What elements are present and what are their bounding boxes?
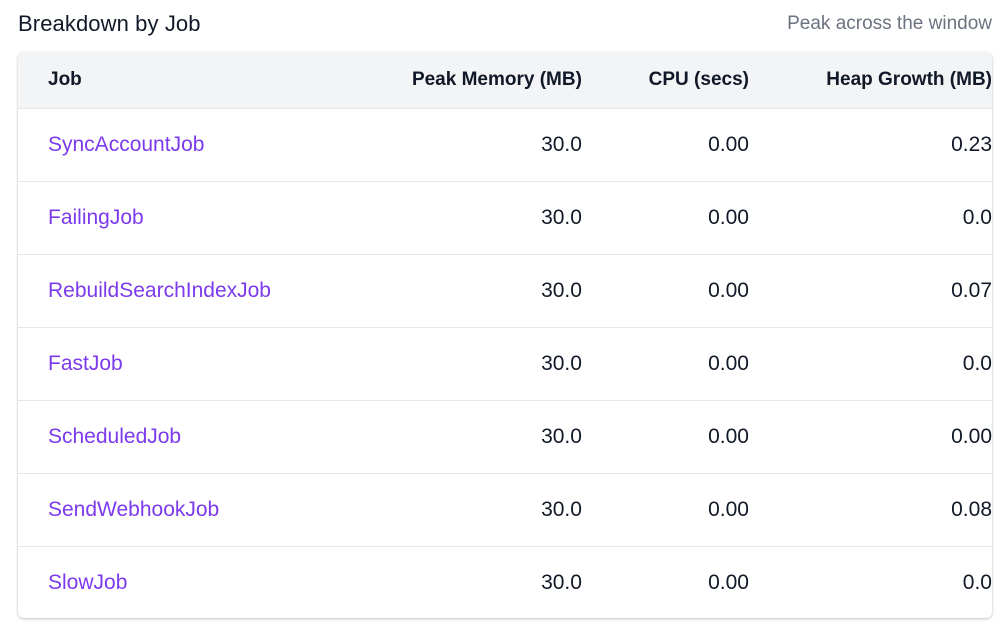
table-row: FastJob 30.0 0.00 0.0 — [18, 327, 992, 400]
job-link[interactable]: SlowJob — [48, 571, 127, 594]
table-row: ScheduledJob 30.0 0.00 0.00 — [18, 400, 992, 473]
cpu-cell: 0.00 — [708, 424, 749, 448]
job-link[interactable]: FastJob — [48, 352, 123, 375]
peak-memory-cell: 30.0 — [541, 497, 582, 521]
job-cell: FastJob — [18, 327, 291, 400]
cpu-cell: 0.00 — [708, 132, 749, 156]
heap-growth-cell: 0.0 — [962, 205, 992, 229]
job-cell: SlowJob — [18, 546, 291, 618]
peak-memory-cell: 30.0 — [541, 424, 582, 448]
job-cell: ScheduledJob — [18, 400, 291, 473]
breakdown-table: Job Peak Memory (MB) CPU (secs) Heap Gro… — [18, 52, 992, 618]
peak-memory-cell: 30.0 — [541, 132, 582, 156]
cpu-cell: 0.00 — [708, 278, 749, 302]
section-title: Breakdown by Job — [18, 11, 201, 36]
column-header-heap-growth: Heap Growth (MB) — [826, 68, 992, 90]
heap-growth-cell: 0.07 — [951, 278, 992, 302]
column-header-peak-memory: Peak Memory (MB) — [411, 68, 582, 90]
section-note: Peak across the window — [787, 13, 992, 34]
job-link[interactable]: ScheduledJob — [48, 425, 181, 448]
heap-growth-cell: 0.23 — [951, 132, 992, 156]
heap-growth-cell: 0.00 — [951, 424, 992, 448]
cpu-cell: 0.00 — [708, 570, 749, 594]
table-body: SyncAccountJob 30.0 0.00 0.23 FailingJob… — [18, 108, 992, 618]
column-header-job: Job — [48, 68, 82, 90]
section-header: Breakdown by Job Peak across the window — [18, 0, 992, 48]
table-row: SendWebhookJob 30.0 0.00 0.08 — [18, 473, 992, 546]
job-link[interactable]: RebuildSearchIndexJob — [48, 279, 271, 302]
job-cell: FailingJob — [18, 181, 291, 254]
breakdown-table-card: Job Peak Memory (MB) CPU (secs) Heap Gro… — [18, 52, 992, 618]
peak-memory-cell: 30.0 — [541, 351, 582, 375]
table-row: SyncAccountJob 30.0 0.00 0.23 — [18, 108, 992, 181]
table-row: FailingJob 30.0 0.00 0.0 — [18, 181, 992, 254]
job-cell: RebuildSearchIndexJob — [18, 254, 291, 327]
peak-memory-cell: 30.0 — [541, 570, 582, 594]
job-link[interactable]: FailingJob — [48, 206, 144, 229]
table-row: RebuildSearchIndexJob 30.0 0.00 0.07 — [18, 254, 992, 327]
table-header: Job Peak Memory (MB) CPU (secs) Heap Gro… — [18, 52, 992, 108]
peak-memory-cell: 30.0 — [541, 278, 582, 302]
peak-memory-cell: 30.0 — [541, 205, 582, 229]
column-header-cpu: CPU (secs) — [648, 68, 749, 90]
cpu-cell: 0.00 — [708, 497, 749, 521]
cpu-cell: 0.00 — [708, 351, 749, 375]
table-header-row: Job Peak Memory (MB) CPU (secs) Heap Gro… — [18, 52, 992, 108]
heap-growth-cell: 0.0 — [962, 570, 992, 594]
heap-growth-cell: 0.08 — [951, 497, 992, 521]
job-cell: SyncAccountJob — [18, 108, 291, 181]
job-link[interactable]: SendWebhookJob — [48, 498, 219, 521]
job-cell: SendWebhookJob — [18, 473, 291, 546]
cpu-cell: 0.00 — [708, 205, 749, 229]
heap-growth-cell: 0.0 — [962, 351, 992, 375]
job-link[interactable]: SyncAccountJob — [48, 133, 204, 156]
table-row: SlowJob 30.0 0.00 0.0 — [18, 546, 992, 618]
breakdown-section: Breakdown by Job Peak across the window … — [0, 0, 1000, 625]
